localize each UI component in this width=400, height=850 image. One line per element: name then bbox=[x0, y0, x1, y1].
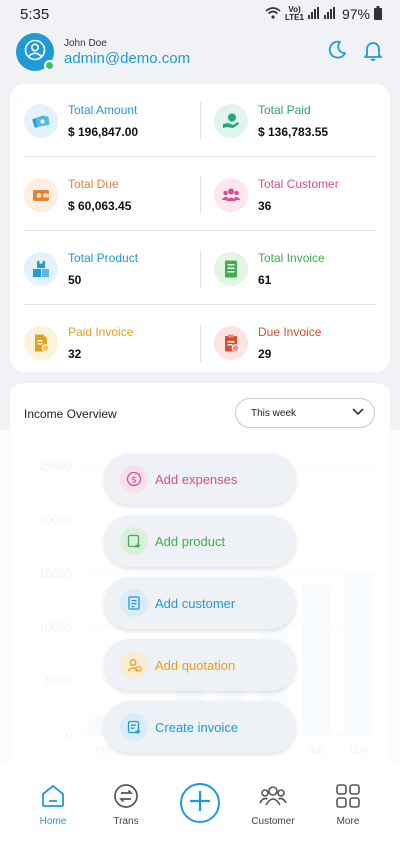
period-select-value: This week bbox=[251, 407, 297, 419]
stat-total-invoice[interactable]: Total Invoice 61 bbox=[200, 232, 390, 306]
stat-paid-invoice[interactable]: Paid Invoice 32 bbox=[10, 306, 200, 380]
stat-value: 50 bbox=[68, 273, 82, 287]
user-icon bbox=[24, 39, 46, 66]
quotation-user-icon bbox=[120, 651, 148, 679]
bottom-navigation: Home Trans Customer More bbox=[0, 764, 400, 850]
stat-total-paid[interactable]: Total Paid $ 136,783.55 bbox=[200, 84, 390, 158]
avatar[interactable] bbox=[16, 33, 55, 71]
stat-label: Paid Invoice bbox=[68, 325, 134, 339]
stat-label: Total Customer bbox=[258, 177, 339, 191]
users-group-icon bbox=[214, 178, 248, 212]
nav-home[interactable]: Home bbox=[23, 782, 83, 827]
divider bbox=[24, 230, 376, 231]
due-invoice-icon bbox=[214, 326, 248, 360]
nav-label: Customer bbox=[251, 816, 295, 827]
boxes-icon bbox=[24, 252, 58, 286]
fab-add-button[interactable] bbox=[180, 783, 220, 823]
customers-icon bbox=[243, 782, 303, 810]
fab-label: Add quotation bbox=[155, 657, 236, 673]
stat-value: 32 bbox=[68, 347, 82, 361]
stat-label: Total Amount bbox=[68, 103, 138, 117]
stat-due-invoice[interactable]: Due Invoice 29 bbox=[200, 306, 390, 380]
status-icons: Vo) LTE1 97% bbox=[265, 5, 382, 23]
signal-icon bbox=[307, 6, 338, 22]
fab-label: Add customer bbox=[155, 595, 236, 611]
fab-label: Add expenses bbox=[155, 471, 238, 487]
more-grid-icon bbox=[318, 782, 378, 810]
stat-value: 36 bbox=[258, 199, 272, 213]
stat-value: $ 60,063.45 bbox=[68, 199, 132, 213]
stat-total-product[interactable]: Total Product 50 bbox=[10, 232, 200, 306]
invoice-add-icon bbox=[120, 713, 148, 741]
wallet-icon bbox=[24, 178, 58, 212]
battery-level: 97% bbox=[341, 6, 370, 22]
nav-customer[interactable]: Customer bbox=[243, 782, 303, 827]
battery-icon bbox=[374, 5, 382, 23]
money-stack-icon bbox=[24, 104, 58, 138]
user-email: admin@demo.com bbox=[64, 49, 191, 67]
nav-more[interactable]: More bbox=[318, 782, 378, 827]
stat-value: 61 bbox=[258, 273, 272, 287]
product-add-icon bbox=[120, 527, 148, 555]
period-select[interactable]: This week bbox=[235, 398, 375, 428]
transfer-arrows-icon bbox=[96, 782, 156, 810]
add-product-button[interactable]: Add product bbox=[104, 515, 296, 567]
stat-total-customer[interactable]: Total Customer 36 bbox=[200, 158, 390, 232]
invoice-list-icon bbox=[214, 252, 248, 286]
fab-label: Create invoice bbox=[155, 719, 239, 735]
home-icon bbox=[23, 782, 83, 810]
user-name: John Doe bbox=[64, 37, 107, 49]
stat-label: Total Due bbox=[68, 177, 119, 191]
status-bar: 5:35 Vo) LTE1 97% bbox=[0, 0, 400, 28]
nav-label: Trans bbox=[113, 816, 139, 827]
dark-mode-moon-icon[interactable] bbox=[326, 39, 348, 66]
paid-invoice-icon bbox=[24, 326, 58, 360]
divider bbox=[200, 250, 201, 288]
income-overview-title: Income Overview bbox=[24, 407, 117, 421]
expense-coin-icon: $ bbox=[120, 465, 148, 493]
stat-label: Total Paid bbox=[258, 103, 311, 117]
svg-text:$: $ bbox=[131, 476, 137, 486]
stat-value: $ 196,847.00 bbox=[68, 125, 139, 139]
wifi-icon bbox=[265, 6, 281, 22]
network-type: Vo) LTE1 bbox=[285, 5, 304, 22]
nav-label: More bbox=[336, 816, 360, 827]
status-time: 5:35 bbox=[20, 5, 50, 23]
nav-label: Home bbox=[39, 816, 67, 827]
plus-icon bbox=[187, 788, 213, 819]
stat-value: $ 136,783.55 bbox=[258, 125, 329, 139]
stat-label: Total Product bbox=[68, 251, 139, 265]
nav-trans[interactable]: Trans bbox=[96, 782, 156, 827]
customer-card-icon bbox=[120, 589, 148, 617]
add-expenses-button[interactable]: $ Add expenses bbox=[104, 453, 296, 505]
add-customer-button[interactable]: Add customer bbox=[104, 577, 296, 629]
divider bbox=[200, 176, 201, 214]
divider bbox=[200, 102, 201, 140]
hand-coin-icon bbox=[214, 104, 248, 138]
add-quotation-button[interactable]: Add quotation bbox=[104, 639, 296, 691]
header-actions bbox=[326, 39, 384, 66]
divider bbox=[24, 156, 376, 157]
chevron-down-icon bbox=[352, 407, 364, 419]
summary-stats-card: Total Amount $ 196,847.00 Total Paid $ 136… bbox=[10, 84, 390, 372]
fab-label: Add product bbox=[155, 533, 226, 549]
stat-label: Total Invoice bbox=[258, 251, 325, 265]
stat-value: 29 bbox=[258, 347, 272, 361]
user-info: John Doe admin@demo.com bbox=[64, 38, 190, 67]
notification-bell-icon[interactable] bbox=[362, 39, 384, 66]
stat-total-due[interactable]: Total Due $ 60,063.45 bbox=[10, 158, 200, 232]
app-header: John Doe admin@demo.com bbox=[0, 28, 400, 76]
stat-label: Due Invoice bbox=[258, 325, 322, 339]
stat-total-amount[interactable]: Total Amount $ 196,847.00 bbox=[10, 84, 200, 158]
online-status-dot bbox=[44, 60, 55, 71]
divider bbox=[200, 324, 201, 362]
create-invoice-button[interactable]: Create invoice bbox=[104, 701, 296, 753]
divider bbox=[24, 304, 376, 305]
